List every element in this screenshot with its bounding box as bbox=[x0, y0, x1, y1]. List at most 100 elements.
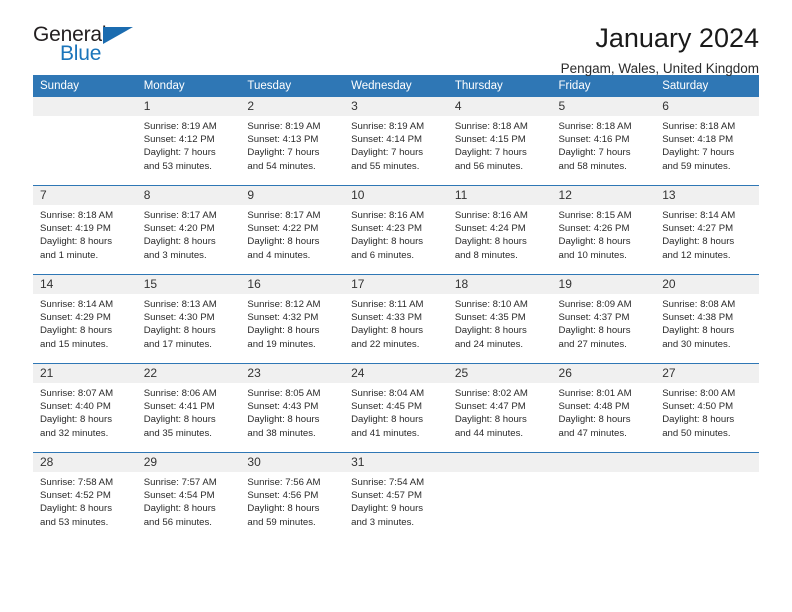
sunset-text: Sunset: 4:38 PM bbox=[662, 312, 734, 324]
calendar-day-cell[interactable]: 21 Sunrise: 8:07 AM Sunset: 4:40 PM Dayligh… bbox=[33, 363, 137, 453]
calendar-day-cell[interactable]: 7 Sunrise: 8:18 AM Sunset: 4:19 PM Daylight… bbox=[33, 185, 137, 275]
daylight-text-line2: and 44 minutes. bbox=[454, 427, 524, 439]
daylight-text-line1: Daylight: 8 hours bbox=[143, 236, 216, 248]
daylight-text-line1: Daylight: 8 hours bbox=[247, 236, 320, 248]
calendar-day-cell[interactable]: 11 Sunrise: 8:16 AM Sunset: 4:24 PM Dayligh… bbox=[447, 185, 552, 275]
day-number: 29 bbox=[136, 453, 241, 472]
day-sun-info: Sunrise: 8:14 AM Sunset: 4:27 PM Daylight:… bbox=[655, 205, 759, 262]
calendar-day-cell[interactable]: 14 Sunrise: 8:14 AM Sunset: 4:29 PM Dayligh… bbox=[33, 274, 137, 364]
daylight-text-line2: and 38 minutes. bbox=[247, 427, 316, 439]
calendar-day-cell[interactable]: 28 Sunrise: 7:58 AM Sunset: 4:52 PM Dayligh… bbox=[33, 452, 137, 541]
calendar-day-cell[interactable]: 1 Sunrise: 8:19 AM Sunset: 4:12 PM Daylight… bbox=[136, 97, 241, 186]
daylight-text-line2: and 54 minutes. bbox=[247, 160, 316, 172]
calendar-day-cell[interactable] bbox=[551, 452, 656, 541]
calendar-page: General Blue January 2024 Pengam, Wales,… bbox=[0, 0, 792, 612]
calendar-day-cell[interactable]: 16 Sunrise: 8:12 AM Sunset: 4:32 PM Dayligh… bbox=[240, 274, 345, 364]
calendar-day-cell[interactable]: 31 Sunrise: 7:54 AM Sunset: 4:57 PM Dayligh… bbox=[344, 452, 448, 541]
flag-triangle-icon bbox=[103, 27, 133, 44]
daylight-text-line2: and 59 minutes. bbox=[247, 516, 316, 528]
daylight-text-line2: and 3 minutes. bbox=[143, 249, 207, 261]
page-header: General Blue January 2024 Pengam, Wales,… bbox=[33, 0, 759, 77]
day-cell-inner: 10 Sunrise: 8:16 AM Sunset: 4:23 PM Dayligh… bbox=[344, 186, 448, 274]
daylight-text-line1: Daylight: 8 hours bbox=[143, 414, 216, 426]
day-cell-inner: 15 Sunrise: 8:13 AM Sunset: 4:30 PM Dayligh… bbox=[136, 275, 241, 363]
sunrise-text: Sunrise: 8:07 AM bbox=[40, 388, 114, 399]
calendar-day-cell[interactable]: 25 Sunrise: 8:02 AM Sunset: 4:47 PM Dayligh… bbox=[447, 363, 552, 453]
sunrise-text: Sunrise: 8:00 AM bbox=[662, 388, 736, 399]
calendar-day-cell[interactable]: 3 Sunrise: 8:19 AM Sunset: 4:14 PM Daylight… bbox=[344, 97, 448, 186]
calendar-day-cell[interactable]: 4 Sunrise: 8:18 AM Sunset: 4:15 PM Daylight… bbox=[447, 97, 552, 186]
calendar-day-cell[interactable]: 10 Sunrise: 8:16 AM Sunset: 4:23 PM Dayligh… bbox=[344, 185, 448, 275]
calendar-day-cell[interactable]: 9 Sunrise: 8:17 AM Sunset: 4:22 PM Daylight… bbox=[240, 185, 345, 275]
daylight-text-line1: Daylight: 8 hours bbox=[662, 325, 735, 337]
day-number: 25 bbox=[447, 364, 552, 383]
calendar-day-cell[interactable]: 17 Sunrise: 8:11 AM Sunset: 4:33 PM Dayligh… bbox=[344, 274, 448, 364]
day-number: 13 bbox=[655, 186, 759, 205]
sunrise-text: Sunrise: 8:12 AM bbox=[247, 299, 321, 310]
day-cell-inner: 12 Sunrise: 8:15 AM Sunset: 4:26 PM Dayligh… bbox=[551, 186, 656, 274]
sunset-text: Sunset: 4:56 PM bbox=[247, 490, 319, 502]
sunset-text: Sunset: 4:32 PM bbox=[247, 312, 319, 324]
day-cell-inner: 11 Sunrise: 8:16 AM Sunset: 4:24 PM Dayligh… bbox=[447, 186, 552, 274]
daylight-text-line1: Daylight: 8 hours bbox=[40, 503, 112, 515]
sunrise-text: Sunrise: 8:08 AM bbox=[662, 299, 736, 310]
calendar-day-cell[interactable]: 13 Sunrise: 8:14 AM Sunset: 4:27 PM Dayligh… bbox=[655, 185, 759, 275]
calendar-day-cell[interactable]: 18 Sunrise: 8:10 AM Sunset: 4:35 PM Dayligh… bbox=[447, 274, 552, 364]
calendar-day-cell[interactable] bbox=[33, 97, 137, 186]
day-number: 18 bbox=[447, 275, 552, 294]
calendar-day-cell[interactable]: 8 Sunrise: 8:17 AM Sunset: 4:20 PM Daylight… bbox=[136, 185, 241, 275]
calendar-day-cell[interactable]: 2 Sunrise: 8:19 AM Sunset: 4:13 PM Daylight… bbox=[240, 97, 345, 186]
sunset-text: Sunset: 4:18 PM bbox=[662, 134, 734, 146]
calendar-day-cell[interactable]: 26 Sunrise: 8:01 AM Sunset: 4:48 PM Dayligh… bbox=[551, 363, 656, 453]
calendar-day-cell[interactable] bbox=[447, 452, 552, 541]
daylight-text-line1: Daylight: 8 hours bbox=[247, 414, 320, 426]
calendar-week-row: 14 Sunrise: 8:14 AM Sunset: 4:29 PM Dayligh… bbox=[33, 274, 759, 364]
daylight-text-line1: Daylight: 8 hours bbox=[40, 325, 112, 337]
day-number: 19 bbox=[551, 275, 656, 294]
calendar-day-cell[interactable]: 6 Sunrise: 8:18 AM Sunset: 4:18 PM Daylight… bbox=[655, 97, 759, 186]
daylight-text-line1: Daylight: 7 hours bbox=[558, 147, 631, 159]
sunset-text: Sunset: 4:14 PM bbox=[351, 134, 423, 146]
calendar-day-cell[interactable] bbox=[655, 452, 759, 541]
day-sun-info: Sunrise: 8:12 AM Sunset: 4:32 PM Daylight:… bbox=[240, 294, 344, 351]
calendar-day-cell[interactable]: 23 Sunrise: 8:05 AM Sunset: 4:43 PM Dayligh… bbox=[240, 363, 345, 453]
daylight-text-line1: Daylight: 7 hours bbox=[351, 147, 424, 159]
sunrise-text: Sunrise: 8:10 AM bbox=[454, 299, 528, 310]
day-cell-inner: 20 Sunrise: 8:08 AM Sunset: 4:38 PM Dayligh… bbox=[655, 275, 759, 363]
calendar-day-cell[interactable]: 24 Sunrise: 8:04 AM Sunset: 4:45 PM Dayligh… bbox=[344, 363, 448, 453]
calendar-day-cell[interactable]: 15 Sunrise: 8:13 AM Sunset: 4:30 PM Dayligh… bbox=[136, 274, 241, 364]
sunset-text: Sunset: 4:50 PM bbox=[662, 401, 734, 413]
daylight-text-line2: and 35 minutes. bbox=[143, 427, 212, 439]
day-number bbox=[655, 453, 759, 472]
weekday-header-saturday: Saturday bbox=[655, 75, 759, 97]
day-sun-info: Sunrise: 8:19 AM Sunset: 4:14 PM Daylight:… bbox=[344, 116, 448, 173]
day-cell-inner: 30 Sunrise: 7:56 AM Sunset: 4:56 PM Dayligh… bbox=[240, 453, 345, 541]
logo-text-blue: Blue bbox=[60, 42, 102, 65]
day-cell-inner: 9 Sunrise: 8:17 AM Sunset: 4:22 PM Daylight… bbox=[240, 186, 345, 274]
day-number: 17 bbox=[344, 275, 448, 294]
daylight-text-line1: Daylight: 8 hours bbox=[454, 325, 527, 337]
calendar-day-cell[interactable]: 30 Sunrise: 7:56 AM Sunset: 4:56 PM Dayligh… bbox=[240, 452, 345, 541]
daylight-text-line1: Daylight: 8 hours bbox=[558, 325, 631, 337]
day-number: 26 bbox=[551, 364, 656, 383]
daylight-text-line2: and 8 minutes. bbox=[454, 249, 518, 261]
calendar-day-cell[interactable]: 29 Sunrise: 7:57 AM Sunset: 4:54 PM Dayligh… bbox=[136, 452, 241, 541]
daylight-text-line1: Daylight: 8 hours bbox=[662, 236, 735, 248]
daylight-text-line1: Daylight: 8 hours bbox=[40, 414, 112, 426]
day-number: 27 bbox=[655, 364, 759, 383]
daylight-text-line2: and 50 minutes. bbox=[662, 427, 731, 439]
calendar-day-cell[interactable]: 12 Sunrise: 8:15 AM Sunset: 4:26 PM Dayligh… bbox=[551, 185, 656, 275]
calendar-day-cell[interactable]: 19 Sunrise: 8:09 AM Sunset: 4:37 PM Dayligh… bbox=[551, 274, 656, 364]
day-cell-inner: 23 Sunrise: 8:05 AM Sunset: 4:43 PM Dayligh… bbox=[240, 364, 345, 452]
day-sun-info: Sunrise: 8:18 AM Sunset: 4:19 PM Daylight:… bbox=[33, 205, 137, 262]
sunset-text: Sunset: 4:30 PM bbox=[143, 312, 215, 324]
calendar-day-cell[interactable]: 20 Sunrise: 8:08 AM Sunset: 4:38 PM Dayligh… bbox=[655, 274, 759, 364]
daylight-text-line2: and 15 minutes. bbox=[40, 338, 109, 350]
daylight-text-line1: Daylight: 8 hours bbox=[558, 414, 631, 426]
daylight-text-line1: Daylight: 8 hours bbox=[662, 414, 735, 426]
day-number: 30 bbox=[240, 453, 345, 472]
calendar-day-cell[interactable]: 27 Sunrise: 8:00 AM Sunset: 4:50 PM Dayligh… bbox=[655, 363, 759, 453]
calendar-day-cell[interactable]: 5 Sunrise: 8:18 AM Sunset: 4:16 PM Daylight… bbox=[551, 97, 656, 186]
sunset-text: Sunset: 4:33 PM bbox=[351, 312, 423, 324]
calendar-day-cell[interactable]: 22 Sunrise: 8:06 AM Sunset: 4:41 PM Dayligh… bbox=[136, 363, 241, 453]
